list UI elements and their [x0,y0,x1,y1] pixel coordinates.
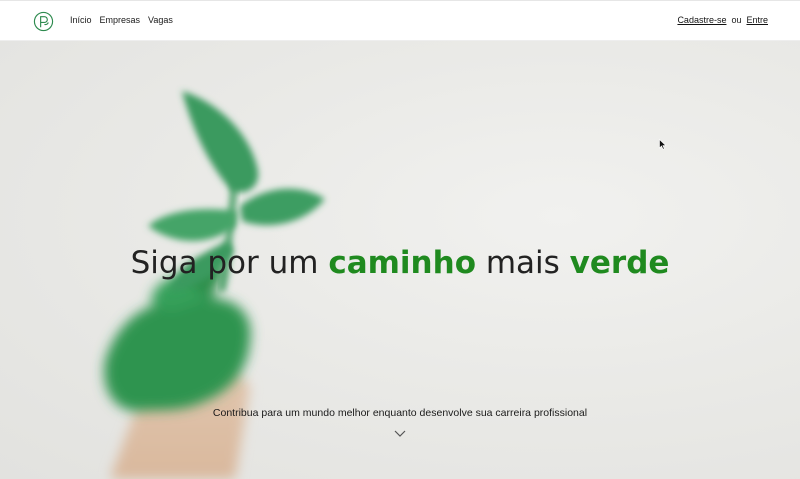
nav-link-vagas[interactable]: Vagas [148,15,173,25]
nav-link-inicio[interactable]: Início [70,15,92,25]
hero-headline: Siga por um caminho mais verde [0,245,800,281]
nav-link-empresas[interactable]: Empresas [100,15,141,25]
brand-logo-icon[interactable] [33,11,54,32]
top-navbar: Início Empresas Vagas Cadastre-se ou Ent… [0,0,800,41]
headline-text-1: Siga por um [130,245,329,281]
headline-accent-caminho: caminho [328,245,476,281]
auth-separator: ou [731,15,742,25]
mouse-cursor-icon [659,139,667,150]
headline-text-2: mais [476,245,570,281]
signup-link[interactable]: Cadastre-se [677,15,726,25]
hero-subtitle: Contribua para um mundo melhor enquanto … [212,407,588,419]
login-link[interactable]: Entre [746,15,768,25]
page: Início Empresas Vagas Cadastre-se ou Ent… [0,0,800,479]
chevron-down-icon[interactable] [394,429,406,439]
auth-links: Cadastre-se ou Entre [677,15,768,25]
headline-accent-verde: verde [569,245,670,281]
hero-section: Siga por um caminho mais verde Contribua… [0,41,800,479]
main-nav: Início Empresas Vagas [70,15,173,25]
